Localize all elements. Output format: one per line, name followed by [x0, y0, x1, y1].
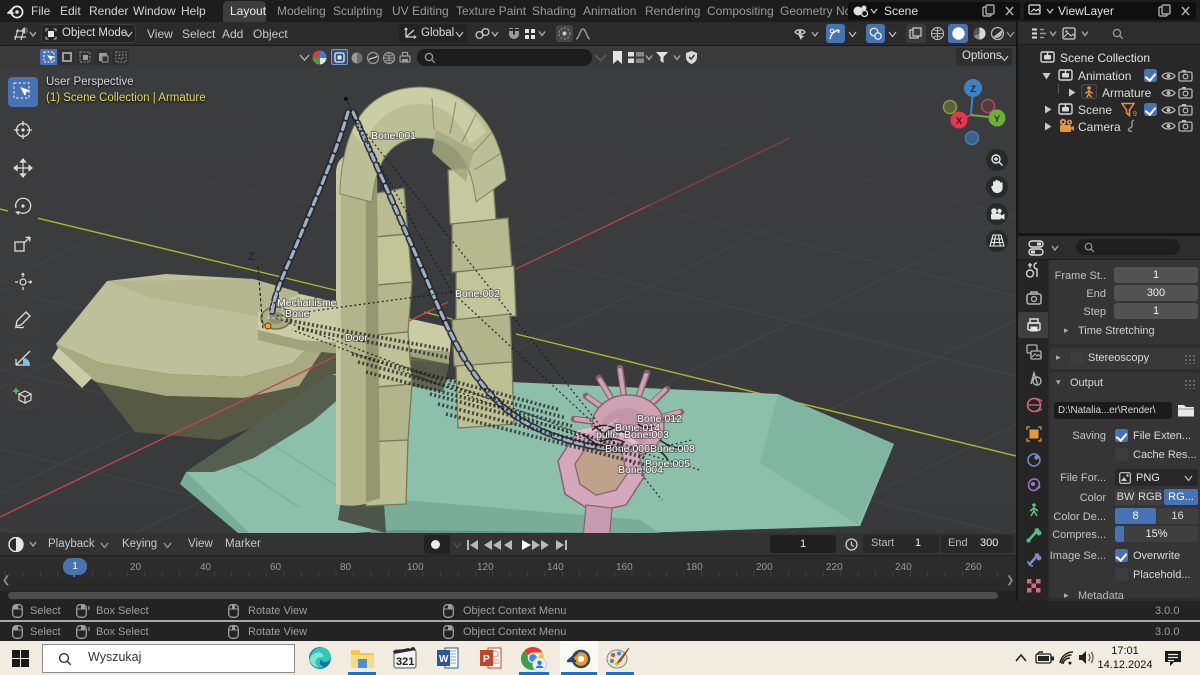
- svg-text:321: 321: [396, 656, 414, 668]
- svg-text:P: P: [483, 654, 490, 665]
- svg-text:pulle: pulle: [596, 429, 618, 441]
- svg-text:Z: Z: [248, 251, 255, 263]
- svg-text:Bone.008: Bone.008: [650, 443, 695, 455]
- svg-text:Bone: Bone: [285, 308, 310, 320]
- svg-text:Bone.003: Bone.003: [624, 429, 669, 441]
- svg-text:Door: Door: [345, 332, 368, 344]
- svg-text:Bone.002: Bone.002: [455, 288, 500, 300]
- svg-text:Z: Z: [970, 84, 976, 95]
- svg-text:X: X: [956, 116, 963, 127]
- svg-text:9: 9: [1133, 111, 1137, 117]
- svg-text:W: W: [439, 654, 449, 665]
- svg-text:Bone.001: Bone.001: [371, 130, 416, 142]
- svg-text:Bone.004: Bone.004: [618, 464, 663, 476]
- svg-text:Bone.000: Bone.000: [605, 443, 650, 455]
- svg-text:Y: Y: [994, 114, 1001, 125]
